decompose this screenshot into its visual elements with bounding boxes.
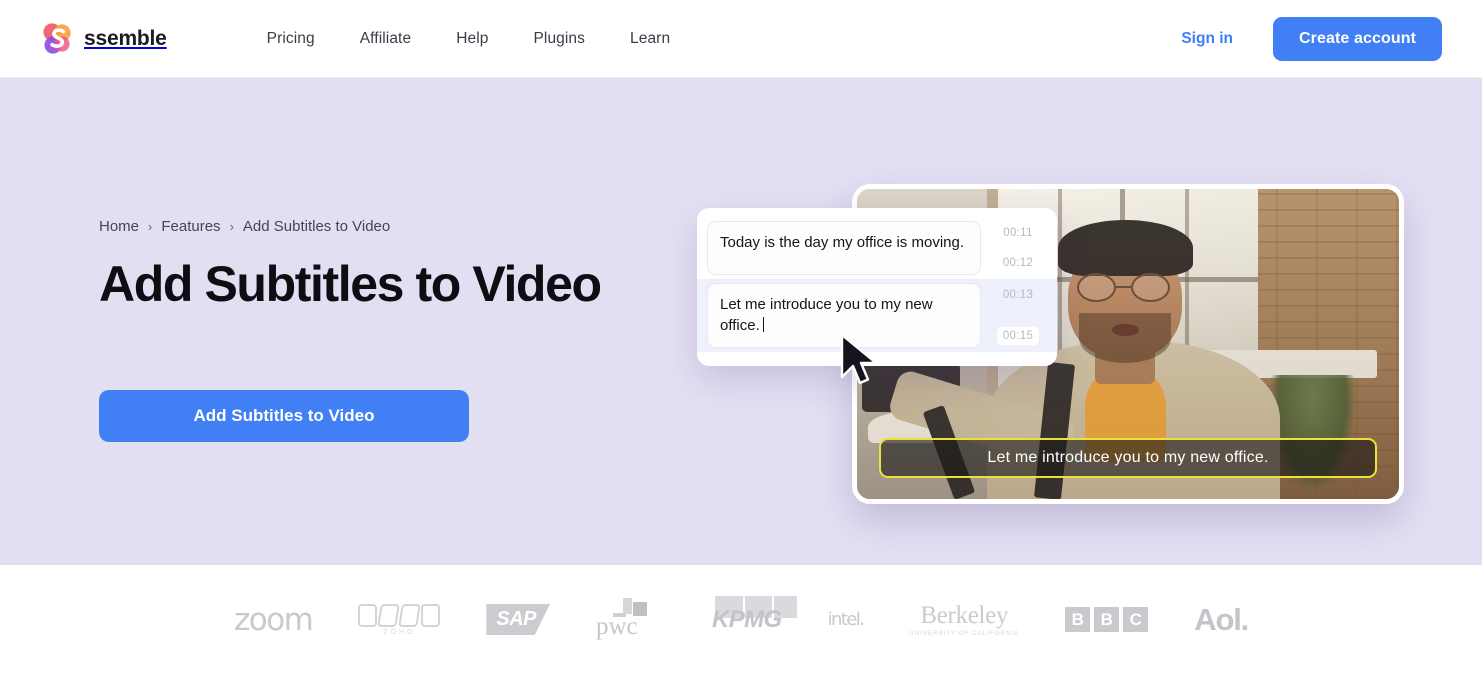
subtitle-end-time[interactable]: 00:15: [996, 326, 1040, 345]
breadcrumb: Home › Features › Add Subtitles to Video: [99, 218, 719, 235]
subtitle-text-value: Let me introduce you to my new office.: [720, 296, 933, 335]
chevron-right-icon: ›: [148, 219, 153, 234]
customer-logos-strip: zoom ZOHO SAP pwc KPMG intel . Berkeley …: [0, 565, 1482, 674]
logo-kpmg: KPMG: [712, 595, 799, 643]
logo-bbc-letter: B: [1065, 607, 1091, 632]
breadcrumb-item-features[interactable]: Features: [161, 218, 220, 235]
logo-berkeley-label: Berkeley: [920, 602, 1009, 629]
logo-bbc-letter: B: [1094, 607, 1120, 632]
subtitle-timestamps: 00:13 00:15: [989, 283, 1047, 348]
nav-item-learn[interactable]: Learn: [630, 30, 670, 48]
subtitle-text-input[interactable]: Today is the day my office is moving.: [707, 221, 981, 275]
brand-logo-link[interactable]: ssemble: [40, 22, 167, 56]
subtitle-start-time[interactable]: 00:13: [997, 286, 1039, 304]
logo-sap: SAP: [486, 597, 550, 643]
zoho-mark-icon: [358, 603, 441, 627]
text-caret: [762, 317, 765, 333]
site-header: ssemble Pricing Affiliate Help Plugins L…: [0, 0, 1482, 78]
add-subtitles-button[interactable]: Add Subtitles to Video: [99, 390, 469, 442]
logo-zoom: zoom: [233, 601, 314, 638]
page-root: ssemble Pricing Affiliate Help Plugins L…: [0, 0, 1482, 674]
nav-item-pricing[interactable]: Pricing: [267, 30, 315, 48]
subtitle-row[interactable]: Today is the day my office is moving. 00…: [697, 217, 1057, 279]
logo-pwc-label: pwc: [596, 612, 638, 640]
video-subtitle-overlay: Let me introduce you to my new office.: [879, 438, 1377, 478]
breadcrumb-item-home[interactable]: Home: [99, 218, 139, 235]
logo-bbc-letter: C: [1123, 607, 1149, 632]
breadcrumb-item-current: Add Subtitles to Video: [242, 218, 391, 235]
logo-intel: intel.: [827, 609, 865, 630]
page-title: Add Subtitles to Video: [99, 256, 602, 312]
subtitle-timestamps: 00:11 00:12: [989, 221, 1047, 275]
create-account-button[interactable]: Create account: [1273, 16, 1442, 61]
nav-item-plugins[interactable]: Plugins: [533, 30, 585, 48]
ssemble-logo-icon: [40, 22, 74, 56]
header-actions: Sign in Create account: [1181, 16, 1442, 61]
logo-pwc: pwc: [596, 597, 666, 643]
logo-sap-label: SAP: [486, 604, 550, 635]
logo-aol: Aol.: [1194, 601, 1249, 637]
brand-name: ssemble: [84, 26, 167, 50]
logo-bbc: B B C: [1065, 597, 1149, 643]
nav-item-help[interactable]: Help: [456, 30, 488, 48]
logo-zoho-label: ZOHO: [383, 628, 416, 636]
subtitle-end-time[interactable]: 00:12: [997, 254, 1039, 272]
logo-zoho: ZOHO: [358, 597, 441, 643]
main-navigation: Pricing Affiliate Help Plugins Learn: [267, 30, 671, 48]
logo-kpmg-label: KPMG: [712, 605, 782, 633]
mouse-pointer-arrow-icon: [838, 333, 882, 389]
logo-berkeley-sublabel: UNIVERSITY OF CALIFORNIA: [909, 631, 1020, 637]
hero-content: Home › Features › Add Subtitles to Video…: [99, 218, 719, 442]
logo-berkeley: Berkeley UNIVERSITY OF CALIFORNIA: [909, 597, 1019, 643]
nav-item-affiliate[interactable]: Affiliate: [360, 30, 411, 48]
sign-in-link[interactable]: Sign in: [1181, 30, 1233, 48]
subtitle-start-time[interactable]: 00:11: [997, 224, 1038, 242]
hero-section: Home › Features › Add Subtitles to Video…: [0, 78, 1482, 565]
logo-intel-label: intel: [827, 609, 861, 630]
chevron-right-icon: ›: [229, 219, 234, 234]
